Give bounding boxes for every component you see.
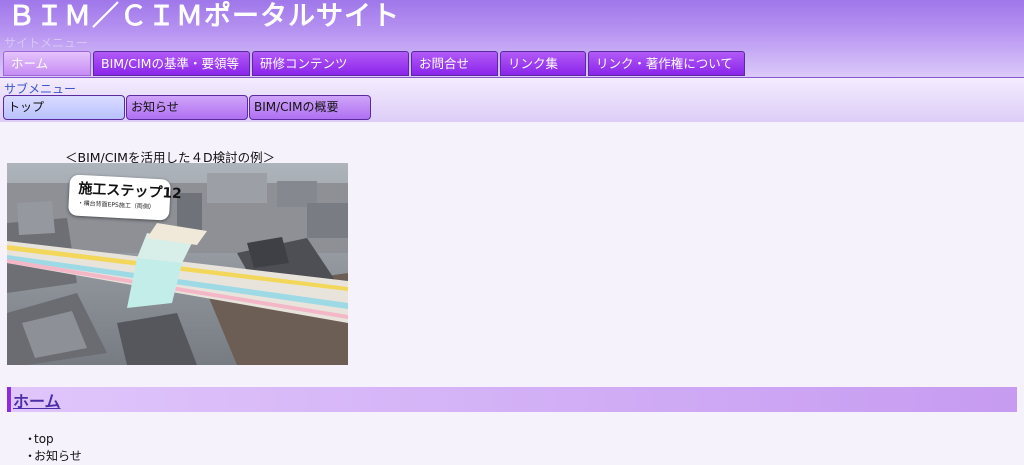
list-item[interactable]: ・top <box>24 431 82 448</box>
4d-simulation-image: 施工ステップ12 ・構台背面EPS施工（両側） <box>7 163 348 365</box>
tab-link-copyright[interactable]: リンク・著作権について <box>588 51 745 76</box>
content-list: ・top ・お知らせ <box>24 431 82 465</box>
site-title[interactable]: ＢＩＭ／ＣＩＭポータルサイト <box>8 0 400 33</box>
construction-step-sign: 施工ステップ12 ・構台背面EPS施工（両側） <box>67 174 182 221</box>
subtab-top[interactable]: トップ <box>3 95 125 120</box>
tab-training-contents[interactable]: 研修コンテンツ <box>252 51 409 76</box>
bullet: ・ <box>24 449 37 463</box>
site-header: ＢＩＭ／ＣＩＭポータルサイト サイトメニュー ホーム BIM/CIMの基準・要領… <box>0 0 1024 78</box>
tab-standards[interactable]: BIM/CIMの基準・要領等 <box>93 51 250 76</box>
site-menu-label: サイトメニュー <box>4 36 89 50</box>
subtab-bim-cim-overview[interactable]: BIM/CIMの概要 <box>249 95 371 120</box>
tab-links[interactable]: リンク集 <box>500 51 586 76</box>
section-bar: ホーム <box>7 387 1017 412</box>
tab-contact[interactable]: お問合せ <box>411 51 498 76</box>
list-item[interactable]: ・お知らせ <box>24 448 82 465</box>
tab-home[interactable]: ホーム <box>3 51 91 76</box>
sub-nav-bar: サブメニュー トップ お知らせ BIM/CIMの概要 <box>0 78 1024 122</box>
section-heading-home[interactable]: ホーム <box>13 388 61 412</box>
subtab-news[interactable]: お知らせ <box>126 95 248 120</box>
list-item-top[interactable]: top <box>34 432 54 446</box>
list-item-news[interactable]: お知らせ <box>34 449 82 463</box>
bullet: ・ <box>24 432 37 446</box>
